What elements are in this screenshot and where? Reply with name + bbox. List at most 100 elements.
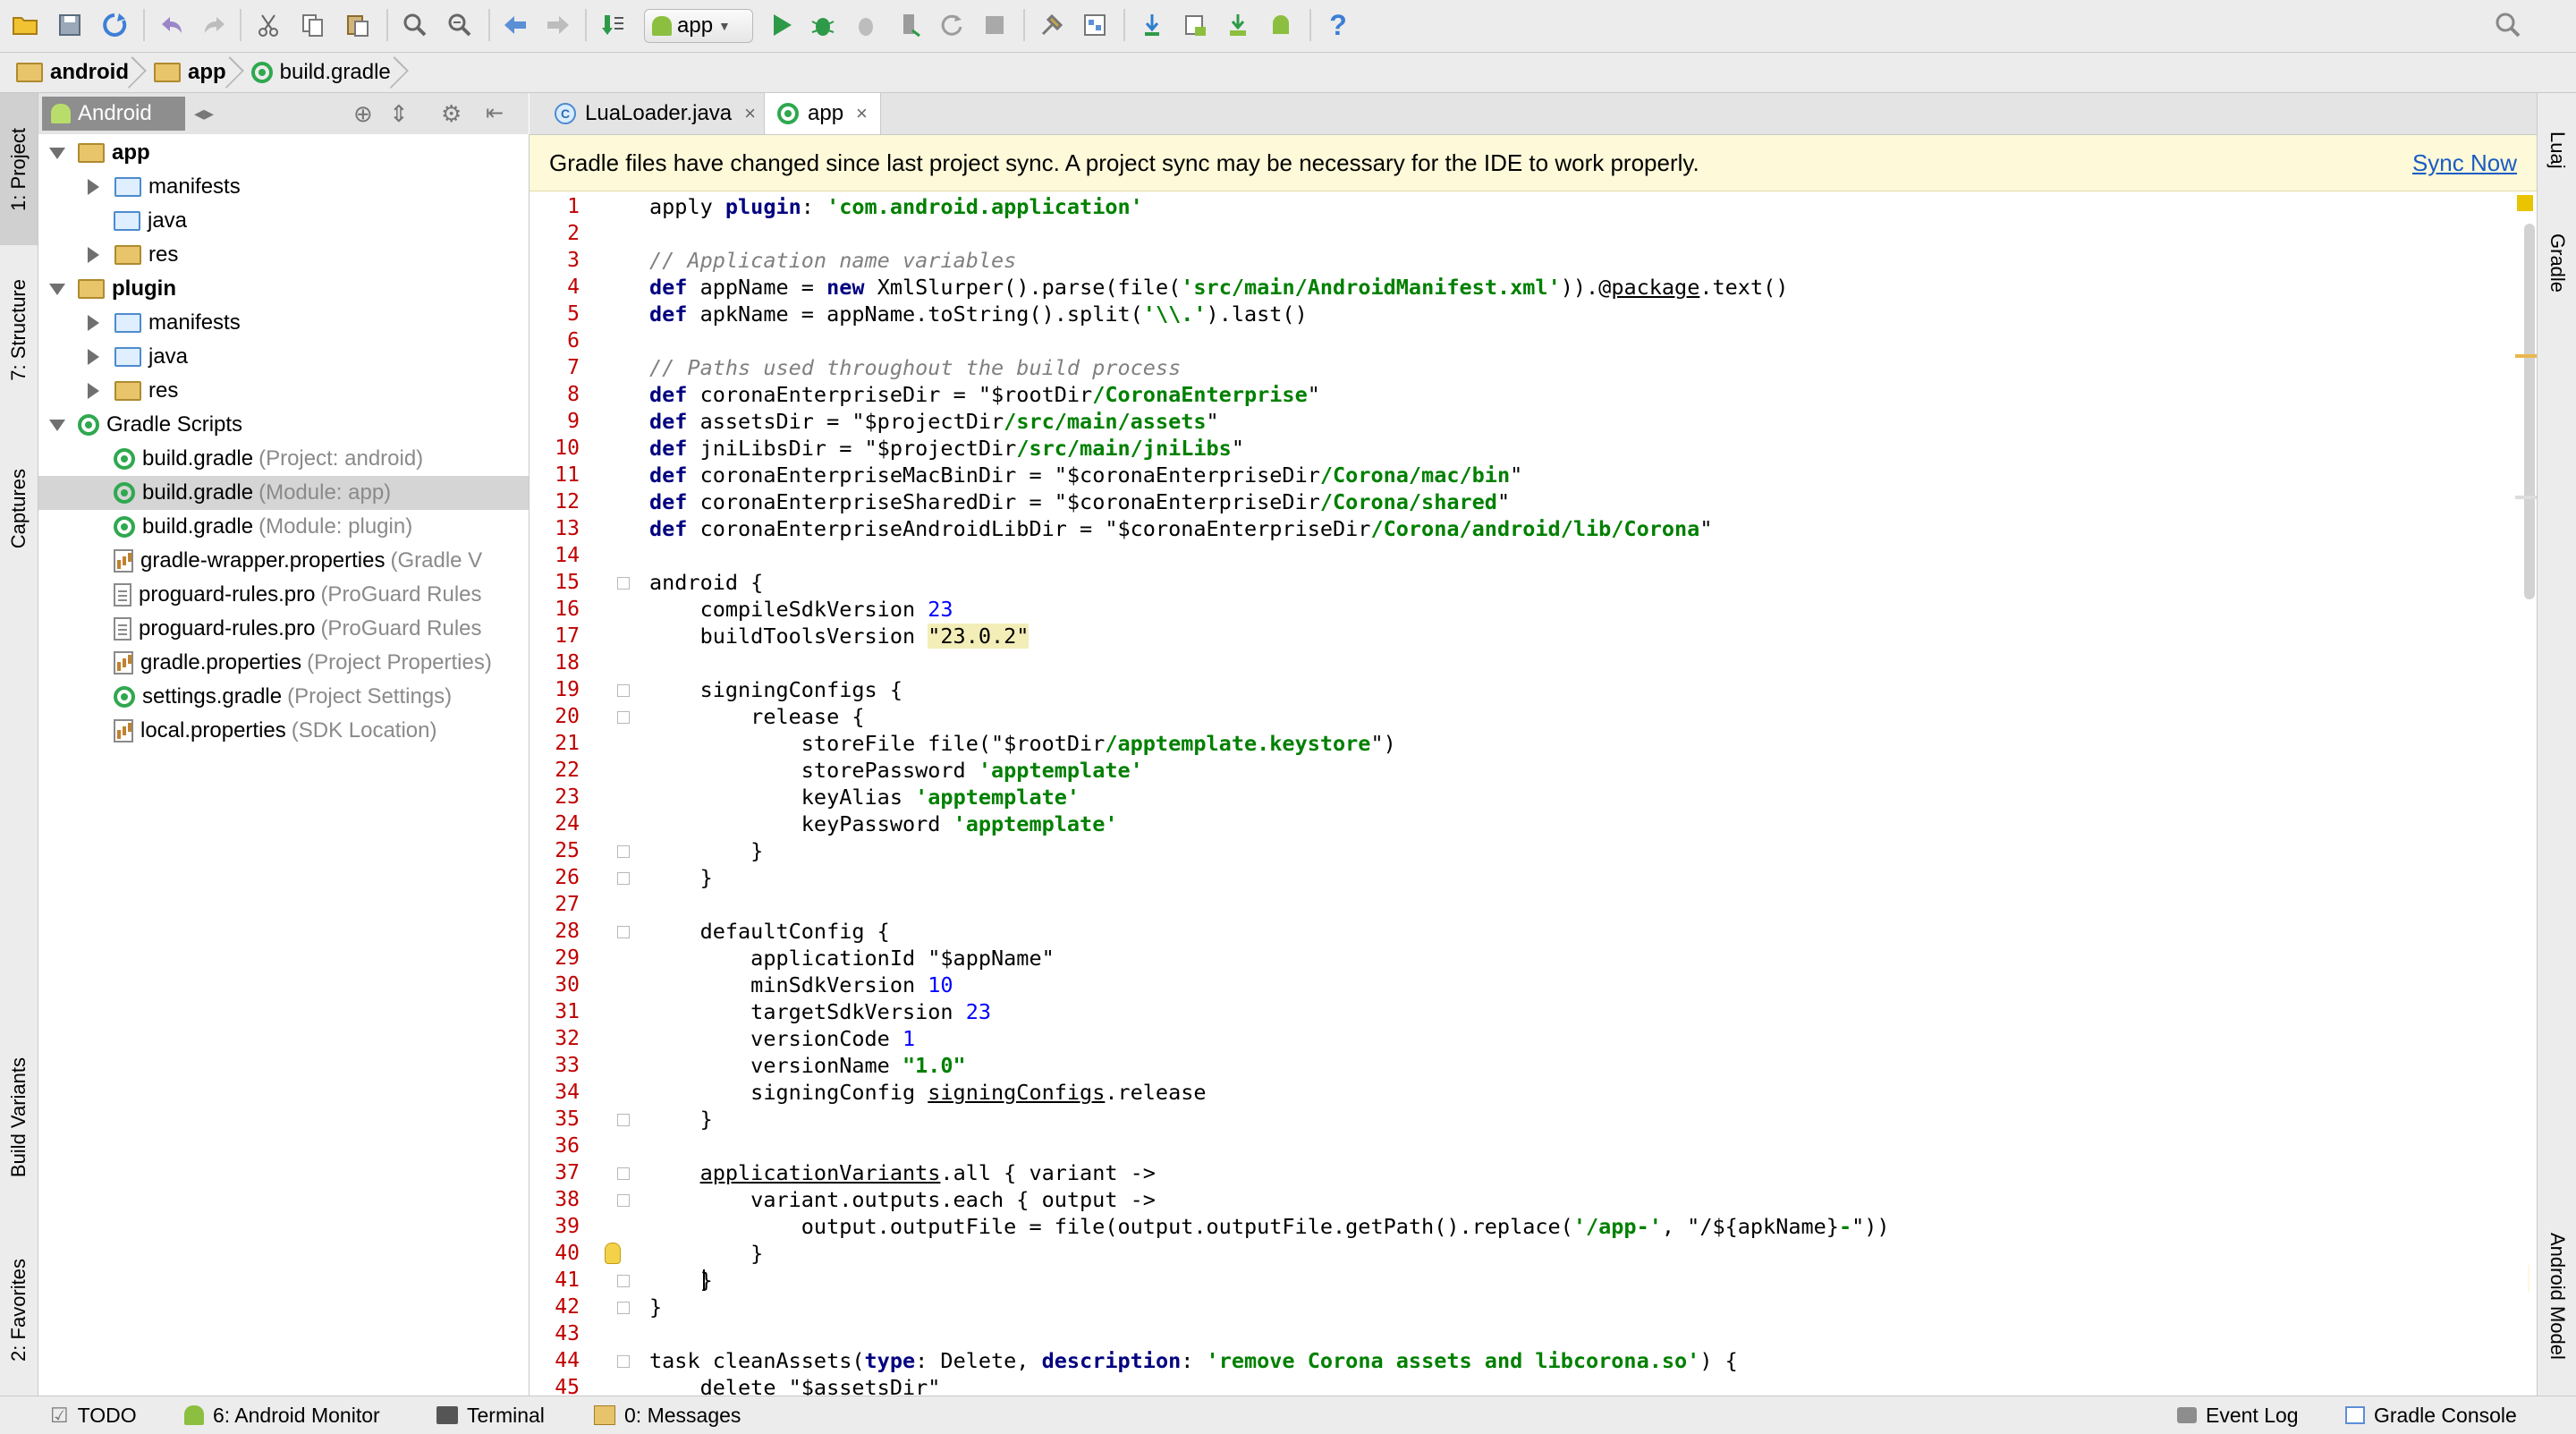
tool-tab-luaj[interactable]: Luaj xyxy=(2538,106,2576,195)
find-icon[interactable] xyxy=(397,7,433,43)
tree-item[interactable]: res xyxy=(38,374,529,408)
attach-debugger-icon[interactable] xyxy=(848,7,884,43)
make-project-icon[interactable] xyxy=(596,7,631,43)
cut-icon[interactable] xyxy=(250,7,286,43)
run-icon[interactable] xyxy=(764,7,800,43)
tool-tab-event-log[interactable]: Event Log xyxy=(2177,1396,2299,1434)
tree-item[interactable]: build.gradle (Module: app) xyxy=(38,476,529,510)
forward-icon[interactable] xyxy=(540,7,576,43)
tree-item[interactable]: gradle.properties (Project Properties) xyxy=(38,646,529,680)
stripe-marker[interactable] xyxy=(2515,496,2538,499)
tool-tab-build-variants[interactable]: Build Variants xyxy=(0,1023,38,1211)
collapsed-arrow-icon[interactable] xyxy=(88,179,99,195)
save-icon[interactable] xyxy=(52,7,88,43)
fold-marker-icon[interactable] xyxy=(617,1167,630,1180)
tree-item[interactable]: Gradle Scripts xyxy=(38,408,529,442)
tree-item[interactable]: build.gradle (Module: plugin) xyxy=(38,510,529,544)
fold-marker-icon[interactable] xyxy=(617,711,630,724)
tree-item[interactable]: res xyxy=(38,238,529,272)
expanded-arrow-icon[interactable] xyxy=(49,419,65,431)
project-view-selector[interactable]: Android xyxy=(42,97,185,131)
sync-now-link[interactable]: Sync Now xyxy=(2412,149,2517,177)
breadcrumb-item-android[interactable]: android xyxy=(0,53,138,92)
android-device-monitor-icon[interactable] xyxy=(1263,7,1299,43)
tool-tab-messages[interactable]: 0: Messages xyxy=(594,1396,741,1434)
tree-item[interactable]: plugin xyxy=(38,272,529,306)
tree-item[interactable]: local.properties (SDK Location) xyxy=(38,714,529,748)
fold-marker-icon[interactable] xyxy=(617,1275,630,1287)
tool-tab-todo[interactable]: ☑ TODO xyxy=(50,1396,137,1434)
tool-tab-android-model[interactable]: Android Model xyxy=(2538,1202,2576,1390)
fold-marker-icon[interactable] xyxy=(617,926,630,938)
run-configuration-selector[interactable]: app ▼ xyxy=(644,9,753,43)
tool-tab-terminal[interactable]: Terminal xyxy=(436,1396,545,1434)
apply-changes-icon[interactable] xyxy=(934,7,970,43)
tree-item[interactable]: app xyxy=(38,136,529,170)
collapsed-arrow-icon[interactable] xyxy=(88,349,99,365)
scroll-from-source-icon[interactable]: ⊕ xyxy=(353,100,373,128)
tool-tab-captures[interactable]: Captures xyxy=(0,442,38,576)
code-editor[interactable]: apply plugin: 'com.android.application' /… xyxy=(635,191,2528,1396)
hide-panel-icon[interactable]: ⇤ xyxy=(486,100,504,126)
expand-arrows-icon[interactable]: ◂▸ xyxy=(194,102,214,125)
undo-icon[interactable] xyxy=(154,7,190,43)
vertical-scrollbar[interactable] xyxy=(2524,224,2535,599)
tree-item[interactable]: proguard-rules.pro (ProGuard Rules xyxy=(38,578,529,612)
tree-item[interactable]: manifests xyxy=(38,306,529,340)
gear-icon[interactable]: ⚙ xyxy=(441,100,462,128)
fold-marker-icon[interactable] xyxy=(617,684,630,697)
close-icon[interactable]: × xyxy=(744,102,756,125)
tree-item[interactable]: proguard-rules.pro (ProGuard Rules xyxy=(38,612,529,646)
expanded-arrow-icon[interactable] xyxy=(49,283,65,295)
tab-lualoader-java[interactable]: C LuaLoader.java × xyxy=(542,93,768,134)
avd-manager-icon[interactable] xyxy=(1177,7,1213,43)
tree-item[interactable]: build.gradle (Project: android) xyxy=(38,442,529,476)
tool-tab-gradle[interactable]: Gradle xyxy=(2538,209,2576,317)
open-folder-icon[interactable] xyxy=(7,7,43,43)
tool-tab-favorites[interactable]: 2: Favorites xyxy=(0,1229,38,1390)
tree-item[interactable]: java xyxy=(38,204,529,238)
search-everywhere-icon[interactable] xyxy=(2490,7,2526,43)
sdk-download-icon[interactable] xyxy=(1220,7,1256,43)
tree-item[interactable]: manifests xyxy=(38,170,529,204)
fold-marker-icon[interactable] xyxy=(617,577,630,590)
warning-indicator[interactable] xyxy=(2517,195,2533,211)
replace-icon[interactable] xyxy=(442,7,478,43)
tool-tab-android-monitor[interactable]: 6: Android Monitor xyxy=(184,1396,380,1434)
fold-marker-icon[interactable] xyxy=(617,1355,630,1368)
tree-item[interactable]: java xyxy=(38,340,529,374)
fold-marker-icon[interactable] xyxy=(617,1194,630,1207)
breadcrumb-item-build-gradle[interactable]: build.gradle xyxy=(235,53,400,92)
collapsed-arrow-icon[interactable] xyxy=(88,247,99,263)
collapsed-arrow-icon[interactable] xyxy=(88,383,99,399)
tool-tab-project[interactable]: 1: Project xyxy=(0,93,38,245)
gradle-sync-icon[interactable] xyxy=(1134,7,1170,43)
warning-stripe-marker[interactable] xyxy=(2515,354,2538,358)
fold-marker-icon[interactable] xyxy=(617,1302,630,1314)
close-icon[interactable]: × xyxy=(856,102,868,125)
expanded-arrow-icon[interactable] xyxy=(49,147,65,159)
tree-item[interactable]: settings.gradle (Project Settings) xyxy=(38,680,529,714)
tab-app-build-gradle[interactable]: app × xyxy=(764,93,881,134)
fold-marker-icon[interactable] xyxy=(617,845,630,858)
collapsed-arrow-icon[interactable] xyxy=(88,315,99,331)
project-structure-icon[interactable] xyxy=(1077,7,1113,43)
intention-lightbulb-icon[interactable] xyxy=(605,1243,621,1264)
tool-tab-gradle-console[interactable]: Gradle Console xyxy=(2345,1396,2517,1434)
fold-marker-icon[interactable] xyxy=(617,1114,630,1126)
sync-icon[interactable] xyxy=(97,7,132,43)
copy-icon[interactable] xyxy=(295,7,331,43)
stop-icon[interactable] xyxy=(977,7,1013,43)
paste-icon[interactable] xyxy=(340,7,376,43)
profile-icon[interactable] xyxy=(891,7,927,43)
back-icon[interactable] xyxy=(497,7,533,43)
debug-icon[interactable] xyxy=(805,7,841,43)
help-icon[interactable]: ? xyxy=(1320,7,1356,43)
redo-icon[interactable] xyxy=(197,7,233,43)
collapse-all-icon[interactable]: ⇕ xyxy=(389,100,409,128)
tool-tab-structure[interactable]: 7: Structure xyxy=(0,263,38,397)
fold-marker-icon[interactable] xyxy=(617,872,630,885)
tree-item[interactable]: gradle-wrapper.properties (Gradle V xyxy=(38,544,529,578)
sdk-manager-icon[interactable] xyxy=(1034,7,1070,43)
breadcrumb-item-app[interactable]: app xyxy=(138,53,235,92)
